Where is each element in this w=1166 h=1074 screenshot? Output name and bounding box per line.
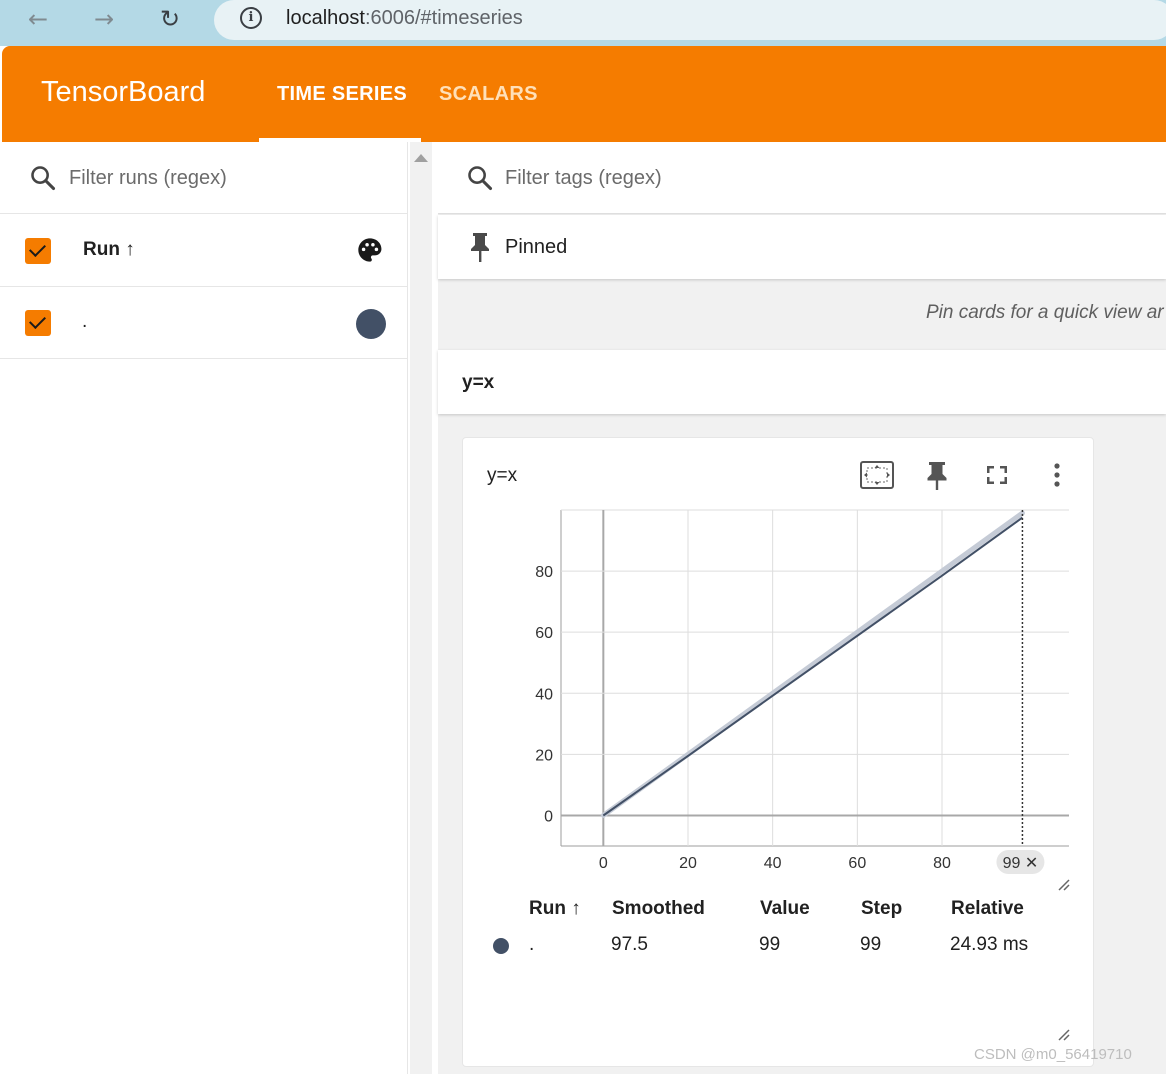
- tooltip-relative: 24.93 ms: [950, 934, 1029, 955]
- x-tick-label: 40: [764, 855, 782, 872]
- x-tick-label: 80: [933, 855, 951, 872]
- resize-handle-icon[interactable]: [1057, 878, 1071, 892]
- sidebar-scrollbar[interactable]: [410, 142, 432, 1074]
- tooltip-run: .: [529, 934, 535, 955]
- tooltip-smoothed: 97.5: [611, 934, 648, 955]
- tags-filter[interactable]: Filter tags (regex): [438, 142, 1166, 214]
- search-icon: [468, 166, 493, 191]
- tags-filter-input[interactable]: Filter tags (regex): [505, 167, 662, 190]
- reload-icon[interactable]: ↻: [156, 6, 184, 34]
- pin-hint-text: Pin cards for a quick view ar: [926, 302, 1164, 323]
- runs-table-header: Run ↑: [0, 214, 408, 287]
- y-tick-label: 60: [535, 625, 553, 642]
- tab-time-series[interactable]: TIME SERIES: [277, 83, 407, 106]
- tooltip-header-step: Step: [861, 898, 903, 919]
- run-checkbox[interactable]: [25, 310, 51, 336]
- scroll-up-arrow-icon[interactable]: [414, 154, 428, 162]
- pin-icon[interactable]: [919, 458, 955, 492]
- tooltip-run-color: [493, 938, 509, 954]
- address-bar[interactable]: i localhost:6006/#timeseries: [214, 0, 1166, 40]
- tooltip-value: 99: [759, 934, 781, 955]
- watermark: CSDN @m0_56419710: [974, 1046, 1132, 1063]
- app-title: TensorBoard: [41, 76, 206, 108]
- x-tick-label: 60: [848, 855, 866, 872]
- runs-filter[interactable]: Filter runs (regex): [0, 142, 408, 214]
- info-icon[interactable]: i: [240, 7, 262, 29]
- tooltip-step: 99: [860, 934, 882, 955]
- main-content: Filter tags (regex) Pinned Pin cards for…: [438, 142, 1166, 1074]
- y-tick-label: 80: [535, 564, 553, 581]
- pinned-section-header: Pinned: [438, 215, 1166, 279]
- search-icon: [31, 166, 56, 191]
- pin-icon: [471, 233, 489, 262]
- more-vert-icon[interactable]: [1039, 458, 1075, 492]
- tag-group-title: y=x: [462, 372, 495, 393]
- tooltip-header-value: Value: [760, 898, 810, 919]
- tag-group-header[interactable]: y=x: [438, 350, 1166, 414]
- scalar-card: y=x 0 20 40 60 80 0 20 40 60 80 99 ✕ Run ↑ Smoothe…: [462, 437, 1094, 1067]
- tooltip-header-smoothed: Smoothed: [612, 898, 705, 919]
- series-line: [602, 516, 1023, 817]
- tab-scalars[interactable]: SCALARS: [439, 83, 538, 106]
- hover-step-label: 99 ✕: [1003, 855, 1039, 872]
- run-color-swatch[interactable]: [356, 309, 386, 339]
- app-header: TensorBoard TIME SERIES SCALARS: [2, 46, 1166, 142]
- url-text: localhost:6006/#timeseries: [286, 7, 523, 29]
- resize-handle-icon[interactable]: [1057, 1028, 1071, 1042]
- arrow-left-icon[interactable]: ←: [24, 6, 52, 34]
- x-tick-label: 20: [679, 855, 697, 872]
- run-name: .: [82, 311, 88, 332]
- palette-icon[interactable]: [356, 236, 384, 264]
- pinned-label: Pinned: [505, 236, 568, 258]
- y-tick-label: 40: [535, 686, 553, 703]
- card-title: y=x: [487, 465, 518, 486]
- select-all-checkbox[interactable]: [25, 238, 51, 264]
- runs-filter-input[interactable]: Filter runs (regex): [69, 167, 227, 190]
- tooltip-header-relative: Relative: [951, 898, 1024, 919]
- fullscreen-icon[interactable]: [979, 458, 1015, 492]
- line-chart[interactable]: 0 20 40 60 80 0 20 40 60 80 99 ✕: [463, 498, 1093, 898]
- arrow-right-icon[interactable]: →: [90, 6, 118, 34]
- browser-toolbar: ← → ↻ i localhost:6006/#timeseries: [0, 0, 1166, 46]
- fit-domain-icon[interactable]: [859, 458, 895, 492]
- y-tick-label: 0: [544, 808, 553, 825]
- run-row[interactable]: .: [0, 287, 408, 359]
- x-tick-label: 0: [599, 855, 608, 872]
- tooltip-header-run[interactable]: Run ↑: [529, 898, 581, 920]
- runs-sidebar: Filter runs (regex) Run ↑ .: [0, 142, 432, 1074]
- run-column-sort[interactable]: Run ↑: [83, 239, 135, 261]
- y-tick-label: 20: [535, 747, 553, 764]
